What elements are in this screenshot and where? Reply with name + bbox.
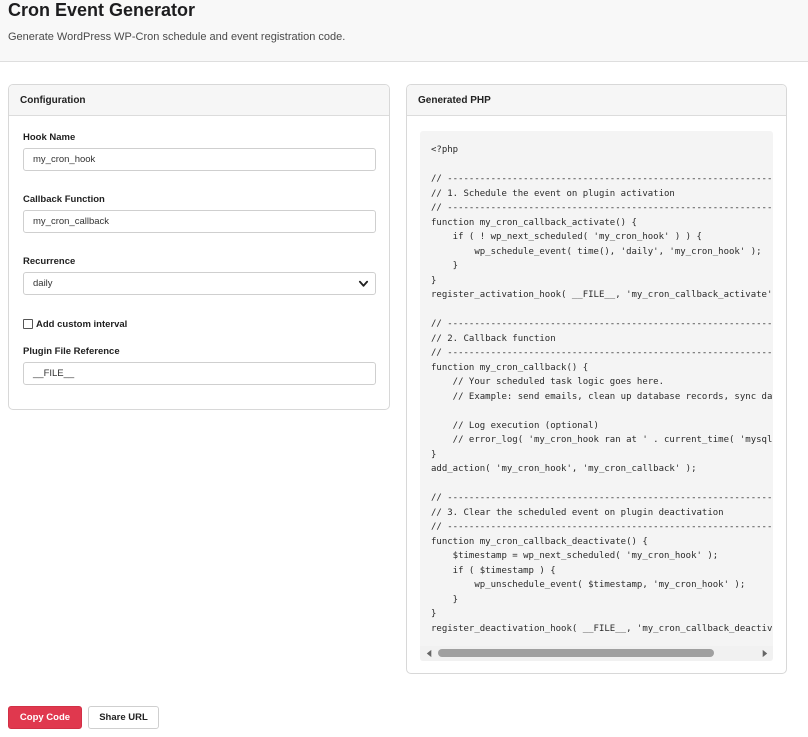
plugin-file-label: Plugin File Reference: [23, 346, 120, 357]
custom-interval-toggle[interactable]: Add custom interval: [23, 317, 127, 331]
hook-name-input[interactable]: my_cron_hook: [23, 148, 376, 171]
page-title: Cron Event Generator: [8, 0, 196, 20]
scrollbar-thumb[interactable]: [438, 649, 714, 657]
recurrence-label: Recurrence: [23, 256, 76, 267]
recurrence-selected-value: daily: [33, 278, 53, 289]
hook-name-label: Hook Name: [23, 132, 76, 143]
page-header: Cron Event Generator Generate WordPress …: [0, 0, 808, 62]
generated-php-heading: Generated PHP: [407, 85, 786, 116]
callback-function-label: Callback Function: [23, 194, 105, 205]
callback-function-input[interactable]: my_cron_callback: [23, 210, 376, 233]
custom-interval-checkbox[interactable]: [23, 319, 33, 329]
php-code: <?php // -------------------------------…: [431, 145, 773, 634]
share-url-button[interactable]: Share URL: [88, 706, 159, 729]
generated-php-panel: Generated PHP <?php // -----------------…: [406, 84, 787, 674]
configuration-heading: Configuration: [9, 85, 389, 116]
page-subtitle: Generate WordPress WP-Cron schedule and …: [8, 31, 346, 43]
triangle-left-icon[interactable]: [425, 649, 434, 658]
copy-code-button[interactable]: Copy Code: [8, 706, 82, 729]
chevron-down-icon: [358, 280, 369, 287]
configuration-panel: Configuration Hook Name my_cron_hook Cal…: [8, 84, 390, 410]
triangle-right-icon[interactable]: [760, 649, 769, 658]
plugin-file-input[interactable]: __FILE__: [23, 362, 376, 385]
horizontal-scrollbar[interactable]: [420, 646, 773, 661]
recurrence-select[interactable]: daily: [23, 272, 376, 295]
custom-interval-label: Add custom interval: [36, 318, 128, 330]
code-block[interactable]: <?php // -------------------------------…: [420, 131, 773, 661]
